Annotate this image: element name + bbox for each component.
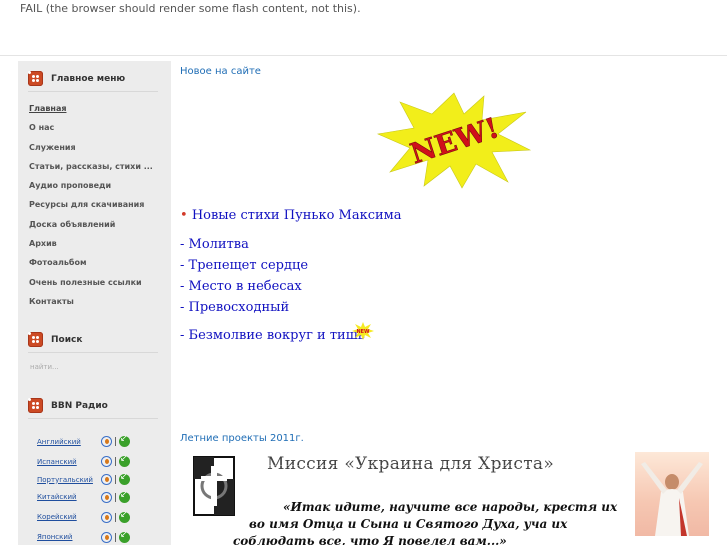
radio-row: Корейский bbox=[37, 507, 130, 527]
separator bbox=[115, 475, 116, 485]
sidebar: Главное меню Главная О нас Служения Стат… bbox=[18, 61, 171, 545]
search-title: Поиск bbox=[51, 334, 83, 345]
main-menu: Главная О нас Служения Статьи, рассказы,… bbox=[29, 104, 153, 316]
poem-link[interactable]: - Безмолвие вокруг и тишь bbox=[180, 328, 365, 343]
figure-illustration bbox=[641, 462, 703, 536]
radio-row: Китайский bbox=[37, 488, 130, 508]
poem-link[interactable]: - Трепещет сердце bbox=[180, 258, 308, 273]
menu-item-photo-album[interactable]: Фотоальбом bbox=[29, 258, 153, 277]
menu-item-ministries[interactable]: Служения bbox=[29, 143, 153, 162]
bullet: • bbox=[180, 208, 188, 223]
module-icon bbox=[28, 71, 43, 86]
news-link[interactable]: Новое на сайте bbox=[180, 66, 261, 77]
menu-item-home[interactable]: Главная bbox=[29, 104, 153, 123]
poem-link[interactable]: - Молитва bbox=[180, 237, 249, 252]
separator bbox=[115, 492, 116, 502]
banner-quote-line: во имя Отца и Сына и Святого Духа, уча и… bbox=[249, 517, 568, 531]
radio-lang-link[interactable]: Корейский bbox=[37, 513, 101, 521]
radio-header: BBN Радио bbox=[28, 398, 108, 413]
divider bbox=[28, 91, 158, 92]
banner-quote-line: «Итак идите, научите все народы, крестя … bbox=[283, 500, 618, 514]
module-icon bbox=[28, 332, 43, 347]
divider bbox=[28, 352, 158, 353]
radio-row: Японский bbox=[37, 527, 130, 547]
menu-item-about[interactable]: О нас bbox=[29, 123, 153, 142]
radio-row: Английский bbox=[37, 432, 130, 452]
main-menu-header: Главное меню bbox=[28, 71, 125, 86]
play-icon[interactable] bbox=[101, 531, 112, 543]
new-small-badge-icon: NEW bbox=[352, 322, 374, 340]
radio-list: Английский Испанский Португальский Китай… bbox=[37, 432, 130, 547]
module-icon bbox=[28, 398, 43, 413]
download-icon[interactable] bbox=[119, 530, 130, 543]
mission-logo-icon bbox=[193, 456, 235, 516]
play-icon[interactable] bbox=[101, 436, 112, 448]
download-icon[interactable] bbox=[119, 472, 130, 486]
divider bbox=[28, 418, 158, 419]
header-divider bbox=[0, 55, 727, 56]
menu-item-downloads[interactable]: Ресурсы для скачивания bbox=[29, 200, 153, 219]
radio-lang-link[interactable]: Португальский bbox=[37, 476, 101, 484]
menu-item-useful-links[interactable]: Очень полезные ссылки bbox=[29, 278, 153, 297]
download-icon[interactable] bbox=[119, 490, 130, 503]
summer-projects-link[interactable]: Летние проекты 2011г. bbox=[180, 433, 304, 444]
poems-heading-text[interactable]: Новые стихи Пунько Максима bbox=[192, 208, 402, 223]
play-icon[interactable] bbox=[101, 511, 112, 523]
main-menu-title: Главное меню bbox=[51, 73, 126, 84]
radio-lang-link[interactable]: Китайский bbox=[37, 493, 101, 501]
poems-heading: • Новые стихи Пунько Максима bbox=[180, 208, 402, 223]
radio-lang-link[interactable]: Английский bbox=[37, 438, 101, 446]
play-icon[interactable] bbox=[101, 474, 112, 486]
menu-item-archive[interactable]: Архив bbox=[29, 239, 153, 258]
download-icon[interactable] bbox=[119, 454, 130, 468]
menu-item-contacts[interactable]: Контакты bbox=[29, 297, 153, 316]
menu-item-articles[interactable]: Статьи, рассказы, стихи ... bbox=[29, 162, 153, 181]
menu-item-audio-sermons[interactable]: Аудио проповеди bbox=[29, 181, 153, 200]
poem-link[interactable]: - Превосходный bbox=[180, 300, 289, 315]
search-header: Поиск bbox=[28, 332, 82, 347]
radio-title: BBN Радио bbox=[51, 400, 108, 411]
new-small-badge-text: NEW bbox=[356, 329, 370, 335]
flash-fail-message: FAIL (the browser should render some fla… bbox=[20, 2, 361, 15]
jesus-image bbox=[635, 452, 709, 536]
poem-link[interactable]: - Место в небесах bbox=[180, 279, 302, 294]
menu-item-board[interactable]: Доска объявлений bbox=[29, 220, 153, 239]
play-icon[interactable] bbox=[101, 456, 112, 468]
radio-row: Испанский bbox=[37, 452, 130, 472]
play-icon[interactable] bbox=[101, 491, 112, 503]
banner-title: Миссия «Украина для Христа» bbox=[267, 454, 555, 474]
radio-lang-link[interactable]: Японский bbox=[37, 533, 101, 541]
radio-row: Португальский bbox=[37, 472, 130, 488]
separator bbox=[115, 532, 116, 542]
download-icon[interactable] bbox=[119, 434, 130, 448]
separator bbox=[115, 512, 116, 522]
separator bbox=[115, 457, 116, 467]
radio-lang-link[interactable]: Испанский bbox=[37, 458, 101, 466]
banner-quote-line: соблюдать все, что Я повелел вам...» bbox=[233, 534, 507, 545]
separator bbox=[115, 437, 116, 447]
new-starburst-icon: NEW! bbox=[376, 92, 532, 189]
mission-banner[interactable]: Миссия «Украина для Христа» «Итак идите,… bbox=[187, 450, 709, 545]
download-icon[interactable] bbox=[119, 510, 130, 523]
search-input[interactable]: найти... bbox=[30, 363, 59, 371]
